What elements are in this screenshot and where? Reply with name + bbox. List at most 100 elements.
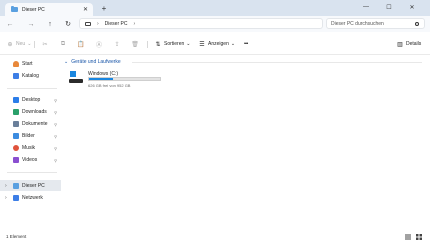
sidebar-item-start[interactable]: Start — [0, 59, 61, 69]
details-label: Details — [406, 41, 422, 47]
tab-close-icon[interactable]: ✕ — [83, 6, 88, 13]
breadcrumb-chevron-icon[interactable]: › — [97, 21, 99, 27]
paste-button[interactable]: 📋 — [77, 40, 87, 48]
tiles-view-button[interactable] — [415, 233, 422, 240]
breadcrumb-end-chevron-icon[interactable]: › — [133, 21, 135, 27]
maximize-button[interactable]: ☐ — [381, 2, 397, 12]
drive-usage-bar — [88, 77, 161, 81]
breadcrumb-dieser-pc[interactable]: Dieser PC — [105, 21, 128, 27]
view-icon: ☰ — [199, 41, 205, 48]
refresh-button[interactable]: ↻ — [63, 19, 73, 29]
scissors-icon: ✂ — [42, 41, 48, 48]
view-button[interactable]: ☰ Anzeigen ⌄ — [199, 40, 235, 48]
home-icon — [13, 61, 19, 67]
copy-button[interactable]: ⧉ — [60, 40, 69, 48]
command-bar: ⊕ Neu ⌄ ✂ ⧉ 📋 Ⓐ ⇪ 🗑 ⇅ Sortieren ⌄ ☰ Anze… — [0, 33, 430, 55]
title-bar: Dieser PC ✕ + — ☐ ✕ — [0, 0, 430, 16]
sidebar-item-label: Bilder — [22, 133, 35, 139]
sidebar-item-videos[interactable]: Videos ⚲ — [0, 155, 61, 165]
tab-label: Dieser PC — [22, 6, 45, 13]
back-button[interactable]: ← — [5, 19, 15, 29]
pin-icon[interactable]: ⚲ — [54, 110, 57, 115]
search-input[interactable]: Dieser PC durchsuchen — [326, 18, 425, 29]
rename-button[interactable]: Ⓐ — [96, 40, 105, 49]
expand-chevron-icon[interactable]: › — [5, 195, 7, 201]
divider — [34, 41, 35, 48]
share-button[interactable]: ⇪ — [114, 40, 123, 48]
sidebar-item-katalog[interactable]: Katalog — [0, 71, 61, 81]
sidebar-item-bilder[interactable]: Bilder ⚲ — [0, 131, 61, 141]
sidebar-item-label: Downloads — [22, 109, 47, 115]
computer-icon — [13, 182, 19, 189]
search-icon — [415, 21, 419, 26]
cut-button[interactable]: ✂ — [42, 40, 51, 48]
navigation-pane: Start Katalog Desktop ⚲ Downloads ⚲ Doku… — [0, 55, 61, 231]
sidebar-item-downloads[interactable]: Downloads ⚲ — [0, 107, 61, 117]
delete-button[interactable]: 🗑 — [131, 40, 141, 48]
network-icon — [13, 195, 19, 201]
new-label: Neu — [16, 41, 26, 47]
sidebar-item-label: Desktop — [22, 97, 41, 103]
sidebar-item-label: Katalog — [22, 73, 39, 79]
group-header-devices[interactable]: ⌄ Geräte und Laufwerke — [64, 59, 121, 65]
copy-icon: ⧉ — [60, 40, 66, 47]
more-options-button[interactable]: ••• — [244, 40, 248, 48]
up-button[interactable]: ↑ — [45, 19, 55, 29]
music-icon — [13, 145, 19, 151]
expand-chevron-icon[interactable]: › — [5, 183, 7, 189]
divider — [147, 41, 148, 48]
download-icon — [13, 109, 19, 115]
close-window-button[interactable]: ✕ — [404, 2, 420, 12]
gallery-icon — [13, 73, 19, 79]
pin-icon[interactable]: ⚲ — [54, 146, 57, 151]
document-icon — [13, 121, 19, 127]
sidebar-item-dokumente[interactable]: Dokumente ⚲ — [0, 119, 61, 129]
sidebar-item-netzwerk[interactable]: › Netzwerk — [0, 193, 61, 203]
pin-icon[interactable]: ⚲ — [54, 134, 57, 139]
sidebar-item-musik[interactable]: Musik ⚲ — [0, 143, 61, 153]
folder-icon — [11, 6, 18, 12]
divider — [7, 172, 57, 173]
sidebar-item-label: Videos — [22, 157, 38, 163]
rename-icon: Ⓐ — [96, 42, 103, 49]
drive-tile-c[interactable]: Windows (C:) 626 GB frei von 952 GB — [69, 69, 164, 88]
paste-icon: 📋 — [77, 41, 85, 48]
divider — [7, 88, 57, 89]
view-label: Anzeigen — [208, 41, 229, 47]
sidebar-item-label: Dieser PC — [22, 182, 45, 189]
forward-button[interactable]: → — [26, 19, 36, 29]
collapse-chevron-icon: ⌄ — [64, 59, 69, 65]
share-icon: ⇪ — [114, 41, 120, 48]
pictures-icon — [13, 133, 19, 139]
navigation-bar: ← → ↑ ↻ › Dieser PC › Dieser PC durchsuc… — [0, 16, 430, 32]
details-button[interactable]: ▥ Details — [397, 40, 421, 48]
new-chevron-icon: ⌄ — [27, 41, 32, 47]
tab-dieser-pc[interactable]: Dieser PC ✕ — [5, 3, 93, 16]
sidebar-item-dieser-pc[interactable]: › Dieser PC — [0, 180, 61, 191]
new-tab-button[interactable]: + — [99, 3, 109, 13]
list-view-icon — [404, 234, 411, 239]
monitor-icon — [85, 21, 91, 26]
drive-usage-fill — [89, 78, 114, 80]
item-count: 1 Element — [6, 234, 27, 239]
pin-icon[interactable]: ⚲ — [54, 122, 57, 127]
video-icon — [13, 157, 19, 163]
view-chevron-icon: ⌄ — [230, 41, 236, 47]
pin-icon[interactable]: ⚲ — [54, 158, 57, 163]
minimize-button[interactable]: — — [358, 2, 374, 12]
windows-logo-icon — [70, 71, 76, 77]
sort-icon: ⇅ — [155, 41, 161, 48]
pin-icon[interactable]: ⚲ — [54, 98, 57, 103]
sort-button[interactable]: ⇅ Sortieren ⌄ — [155, 40, 191, 48]
group-title: Geräte und Laufwerke — [71, 59, 121, 65]
sidebar-item-desktop[interactable]: Desktop ⚲ — [0, 95, 61, 105]
desktop-icon — [13, 97, 19, 103]
details-view-button[interactable] — [404, 233, 411, 240]
address-bar[interactable]: › Dieser PC › — [79, 18, 323, 29]
new-button[interactable]: ⊕ Neu ⌄ — [7, 40, 31, 48]
sort-chevron-icon: ⌄ — [186, 41, 191, 47]
trash-icon: 🗑 — [131, 41, 139, 48]
sidebar-item-label: Netzwerk — [22, 195, 43, 201]
divider — [132, 62, 422, 63]
sidebar-item-label: Musik — [22, 145, 36, 151]
